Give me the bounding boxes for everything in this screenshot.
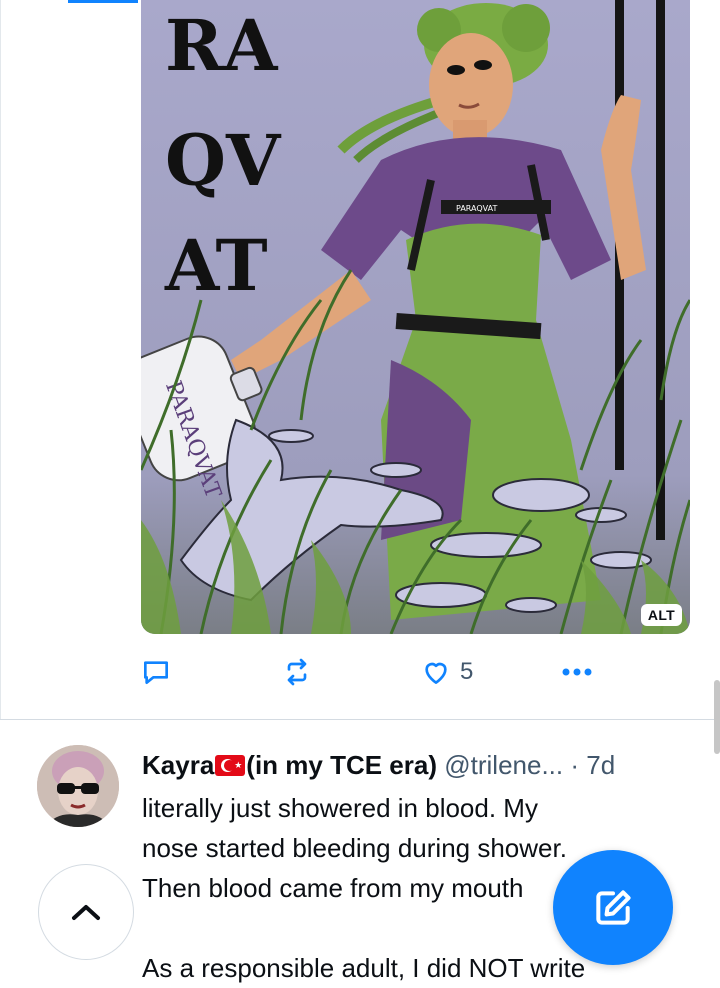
more-options-button[interactable]	[560, 652, 594, 692]
timeline-left-border	[0, 0, 1, 720]
turkey-flag-icon: ★	[215, 755, 246, 776]
alt-text-badge[interactable]: ALT	[640, 604, 682, 626]
avatar-image	[37, 745, 119, 827]
like-count: 5	[460, 658, 474, 685]
compose-icon	[596, 889, 631, 925]
reply-icon	[144, 661, 168, 684]
chevron-up-icon	[72, 905, 100, 920]
reply-button[interactable]	[140, 652, 172, 692]
author-name[interactable]: Kayra ★ (in my TCE era)	[142, 750, 437, 780]
art-title-line-1: RA	[165, 4, 279, 87]
scrollbar-thumb[interactable]	[714, 680, 720, 754]
post-actions: 5	[140, 652, 610, 692]
repost-button[interactable]	[280, 652, 314, 692]
avatar[interactable]	[37, 745, 119, 827]
post-timestamp[interactable]: · 7d	[570, 750, 615, 780]
like-button[interactable]: 5	[420, 652, 473, 692]
paraquat-illustration: RA QV AT PARAQVAT PARAQVAT	[141, 0, 690, 634]
active-tab-indicator	[68, 0, 138, 3]
repost-icon	[287, 658, 307, 686]
art-title-line-2: QV	[165, 119, 282, 202]
author-handle[interactable]: @trilene...	[444, 750, 563, 780]
post-image[interactable]: RA QV AT PARAQVAT PARAQVAT ALT	[141, 0, 690, 634]
compose-post-button[interactable]	[553, 850, 673, 965]
heart-icon	[425, 662, 447, 684]
scroll-to-top-button[interactable]	[38, 864, 134, 960]
belt-label: PARAQVAT	[456, 204, 497, 213]
art-title-line-3: AT	[164, 224, 268, 307]
post-header: Kayra ★ (in my TCE era) @trilene... · 7d	[142, 750, 690, 784]
post-text-line: literally just showered in blood. My	[142, 793, 538, 823]
more-dots-icon	[562, 668, 592, 676]
post-divider	[0, 719, 720, 720]
